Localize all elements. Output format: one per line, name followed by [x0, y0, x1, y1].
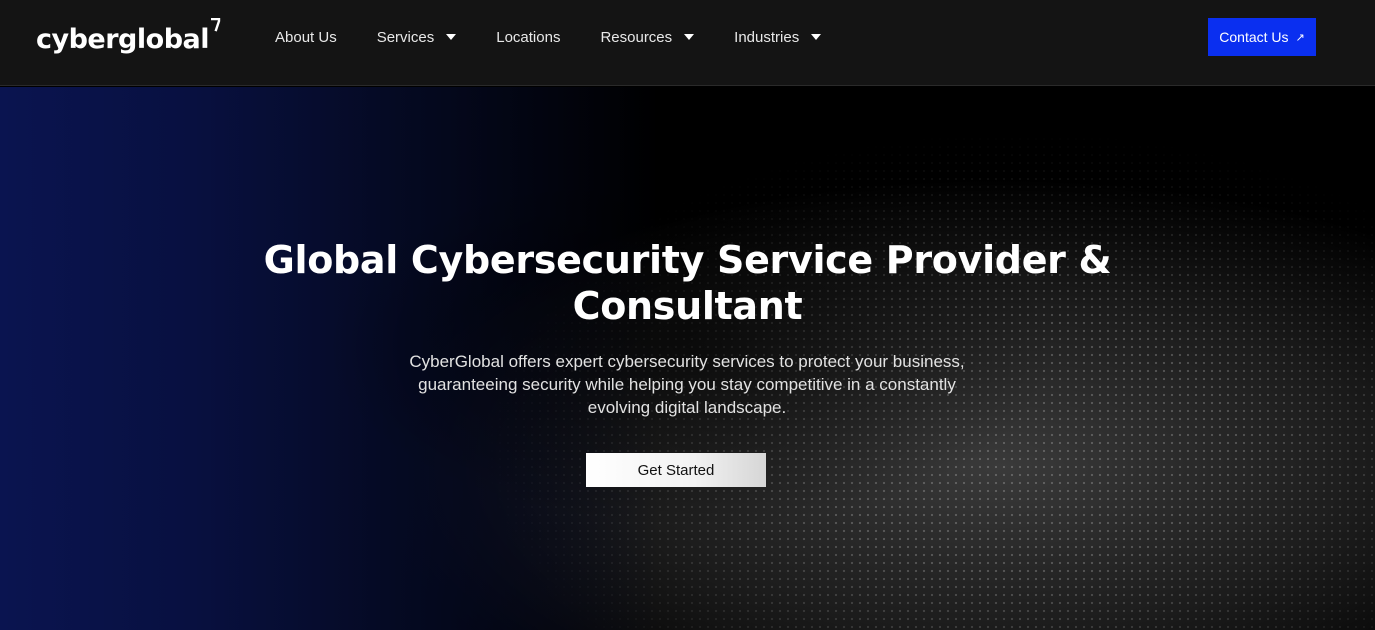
hero-subtitle: CyberGlobal offers expert cybersecurity … — [377, 350, 997, 419]
nav-item-about-us[interactable]: About Us — [275, 29, 337, 46]
logo-text: cyberglobal — [36, 24, 210, 55]
get-started-button[interactable]: Get Started — [586, 453, 766, 487]
hero-subtitle-line-2: guaranteeing security while helping you … — [418, 375, 956, 394]
hero-subtitle-line-3: evolving digital landscape. — [587, 398, 787, 417]
main-nav: About Us Services Locations Resources In… — [275, 0, 861, 74]
caret-down-icon — [446, 34, 457, 40]
nav-item-resources[interactable]: Resources — [600, 28, 695, 46]
nav-item-label: Resources — [600, 28, 673, 46]
hero-subtitle-line-1: CyberGlobal offers expert cybersecurity … — [409, 352, 965, 371]
hero-title: Global Cybersecurity Service Provider & … — [200, 237, 1175, 329]
logo[interactable]: cyberglobal — [36, 18, 221, 60]
nav-item-label: Locations — [496, 28, 561, 46]
hero-section: Global Cybersecurity Service Provider & … — [0, 87, 1375, 630]
arrow-up-right-icon: ↗ — [1295, 31, 1305, 44]
nav-item-services[interactable]: Services — [377, 29, 457, 46]
nav-item-locations[interactable]: Locations — [496, 29, 560, 46]
caret-down-icon — [684, 34, 695, 40]
nav-item-label: Industries — [734, 28, 800, 46]
get-started-label: Get Started — [637, 461, 715, 479]
caret-down-icon — [811, 34, 822, 40]
nav-item-industries[interactable]: Industries — [734, 28, 822, 46]
nav-item-label: Services — [376, 28, 435, 46]
navbar: cyberglobal About Us Services Locations … — [0, 0, 1375, 86]
hero-title-line-2: Consultant — [572, 284, 803, 328]
contact-us-button[interactable]: Contact Us ↗ — [1208, 18, 1316, 56]
corner-mark-icon — [211, 18, 221, 32]
hero-title-line-1: Global Cybersecurity Service Provider & — [263, 238, 1112, 282]
nav-item-label: About Us — [275, 28, 337, 46]
contact-us-label: Contact Us — [1219, 29, 1289, 45]
